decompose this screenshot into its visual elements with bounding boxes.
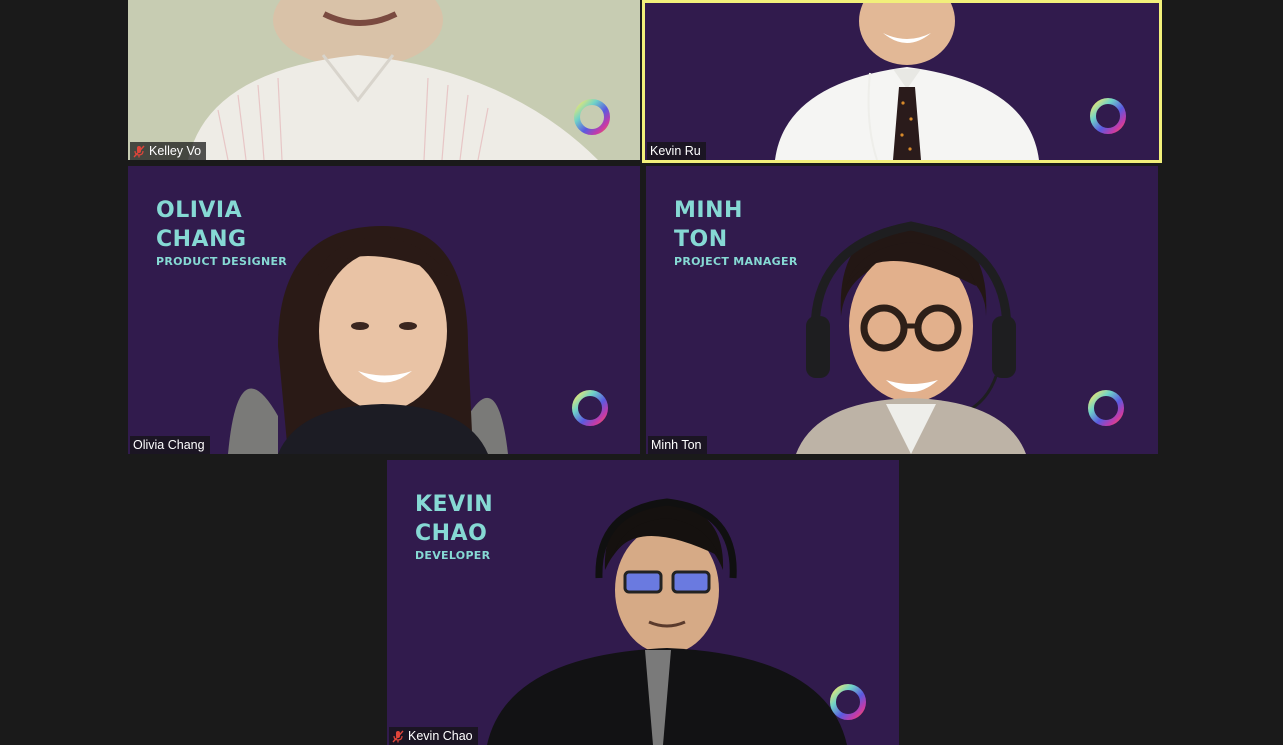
- video-tile-olivia-chang[interactable]: OLIVIA CHANG PRODUCT DESIGNER Olivia Cha…: [128, 166, 640, 454]
- brand-ring-logo-icon: [572, 390, 608, 426]
- video-tile-minh-ton[interactable]: MINH TON PROJECT MANAGER Minh Ton: [646, 166, 1158, 454]
- participant-video: [775, 3, 1039, 160]
- participant-video: [487, 498, 847, 745]
- participant-name: Kelley Vo: [149, 144, 202, 158]
- video-tile-kevin-chao[interactable]: KEVIN CHAO DEVELOPER Kevin Chao: [387, 460, 899, 745]
- participant-name: Kevin Chao: [408, 729, 473, 743]
- participant-name-label: Kelley Vo: [130, 142, 207, 160]
- meeting-gallery: Kelley Vo Kevin Ru OLIVIA CHANG PRODUCT …: [0, 0, 1283, 745]
- brand-ring-logo-icon: [830, 684, 866, 720]
- video-tile-kevin-ru[interactable]: Kevin Ru: [642, 0, 1162, 163]
- brand-ring-logo-icon: [1088, 390, 1124, 426]
- brand-ring-logo-icon: [1090, 98, 1126, 134]
- participant-video: [796, 221, 1026, 454]
- participant-name-label: Kevin Chao: [389, 727, 478, 745]
- participant-name: Olivia Chang: [133, 438, 205, 452]
- participant-name-label: Kevin Ru: [647, 142, 706, 160]
- video-tile-kelley-vo[interactable]: Kelley Vo: [128, 0, 640, 160]
- participant-name: Kevin Ru: [650, 144, 701, 158]
- microphone-muted-icon: [133, 145, 145, 157]
- microphone-muted-icon: [392, 730, 404, 742]
- participant-name-label: Minh Ton: [648, 436, 707, 454]
- participant-name-label: Olivia Chang: [130, 436, 210, 454]
- brand-ring-logo-icon: [574, 99, 610, 135]
- participant-video: [228, 226, 508, 454]
- participant-video: [128, 0, 640, 160]
- participant-name: Minh Ton: [651, 438, 702, 452]
